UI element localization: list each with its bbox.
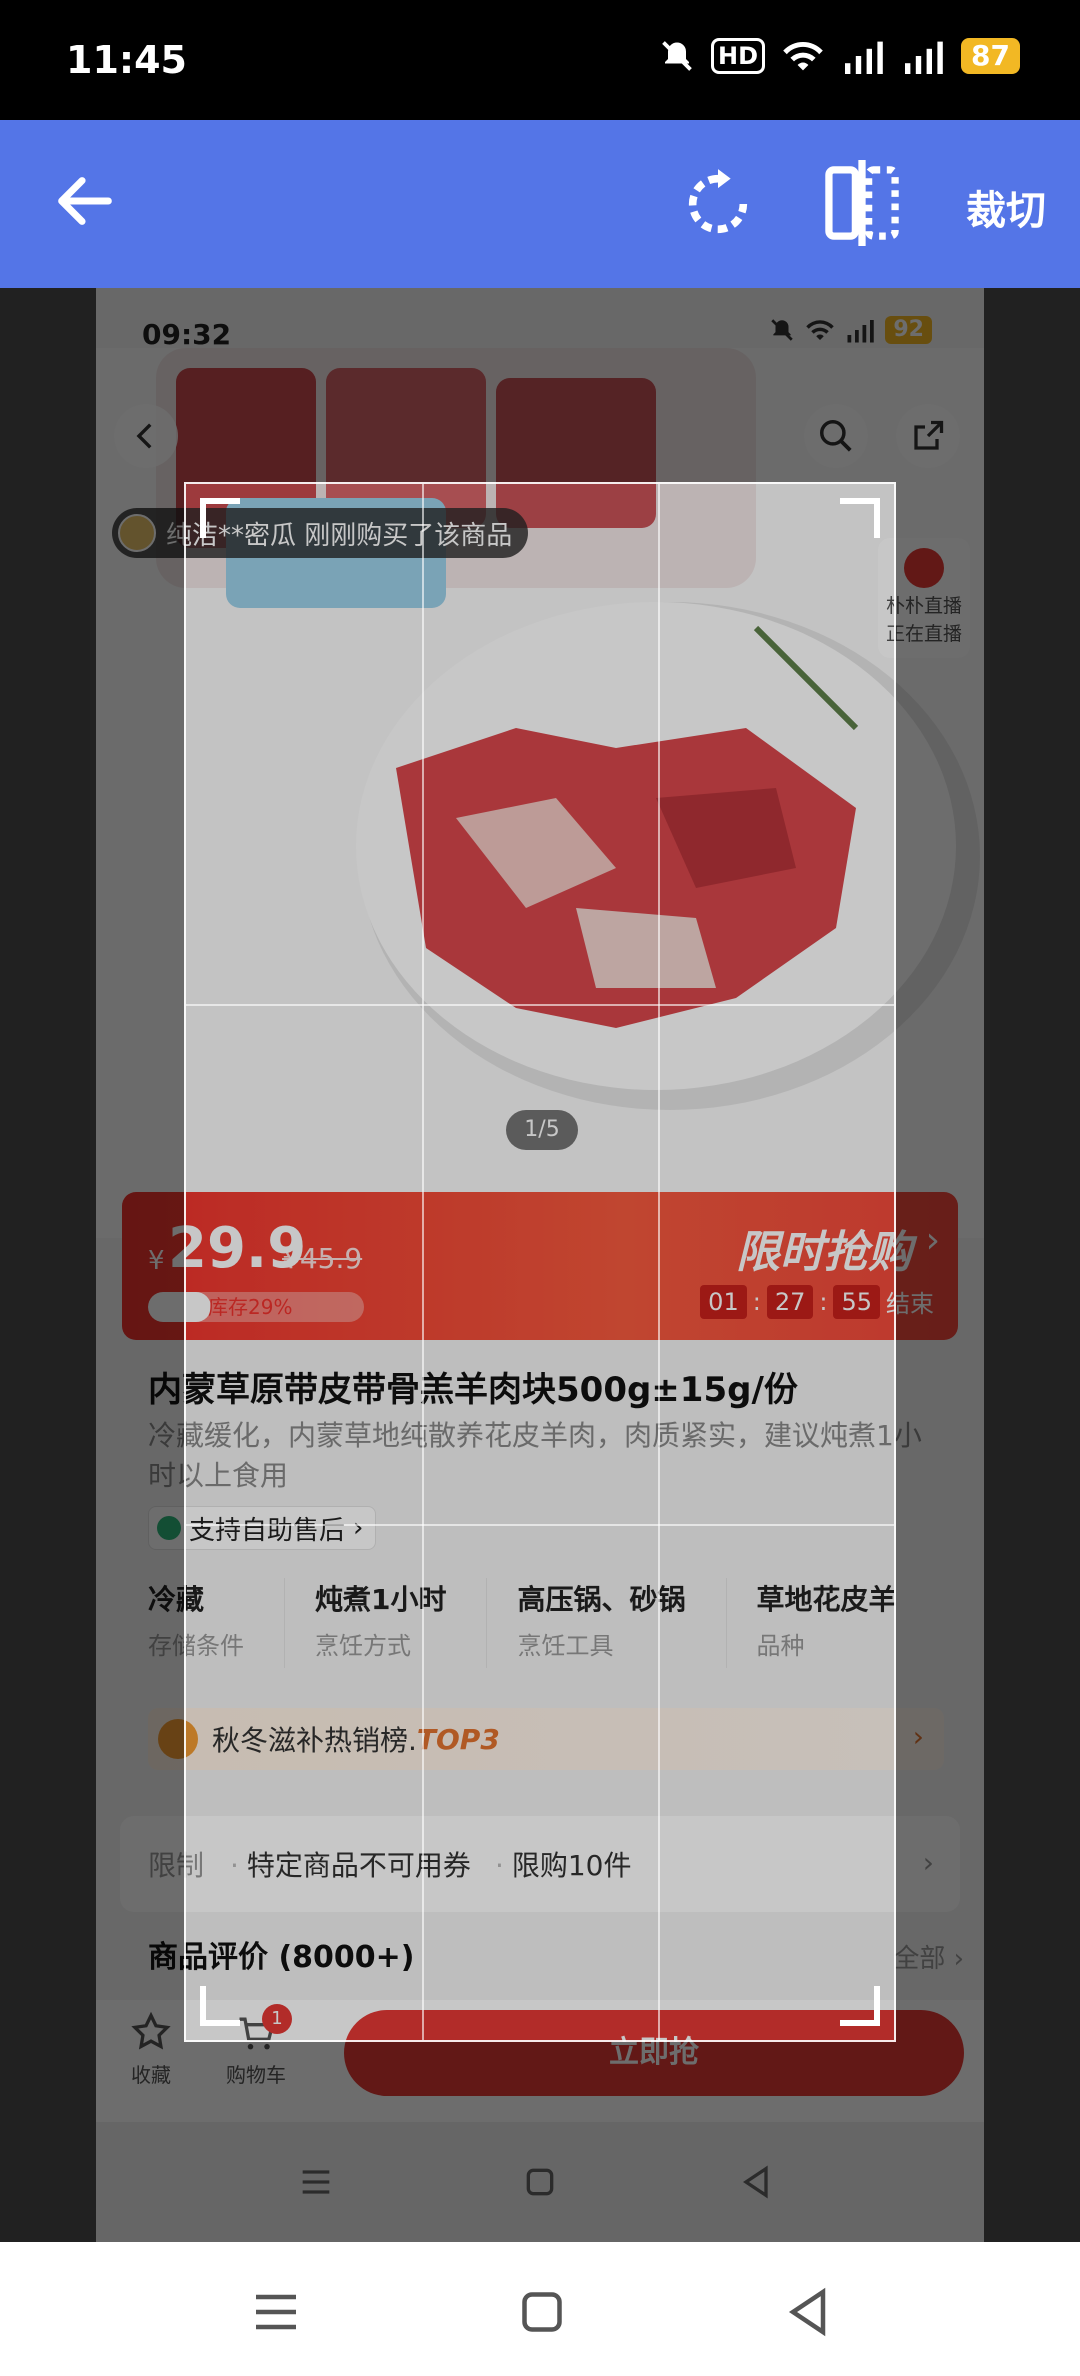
back-triangle-icon [788,2287,826,2337]
signal-5g-icon-2 [901,36,945,76]
rotate-icon [688,169,748,234]
hd-icon: HD [711,38,766,74]
mute-icon [659,36,695,76]
crop-shade-top [0,288,1080,482]
crop-grid-line [422,484,424,2040]
status-bar: 11:45 HD 87 [0,0,1080,120]
status-icons: HD 87 [659,36,1020,76]
menu-icon [256,2294,296,2330]
signal-5g-icon [841,36,885,76]
crop-frame[interactable] [184,482,896,2042]
wifi-icon [781,36,825,76]
home-icon [522,2292,562,2332]
crop-handle-bottom-left[interactable] [200,1986,240,2026]
battery-indicator: 87 [961,38,1020,74]
system-nav-bar [0,2242,1080,2376]
editor-toolbar: 裁切 [0,120,1080,288]
crop-grid-line [658,484,660,2040]
crop-handle-top-right[interactable] [840,498,880,538]
crop-button[interactable]: 裁切 [966,178,1046,236]
rotate-button[interactable] [680,166,756,242]
crop-handle-bottom-right[interactable] [840,1986,880,2026]
crop-shade-left [0,482,184,2042]
home-button[interactable] [512,2282,572,2342]
flip-icon [825,160,899,246]
status-time: 11:45 [66,38,187,82]
crop-grid-line [186,1004,894,1006]
back-button[interactable] [50,166,120,236]
arrow-left-icon [58,177,112,225]
crop-grid-line [186,1524,894,1526]
crop-shade-bottom [0,2042,1080,2242]
crop-shade-right [896,482,1080,2042]
recent-apps-button[interactable] [246,2282,306,2342]
back-nav-button[interactable] [778,2282,838,2342]
flip-button[interactable] [822,160,902,246]
crop-handle-top-left[interactable] [200,498,240,538]
